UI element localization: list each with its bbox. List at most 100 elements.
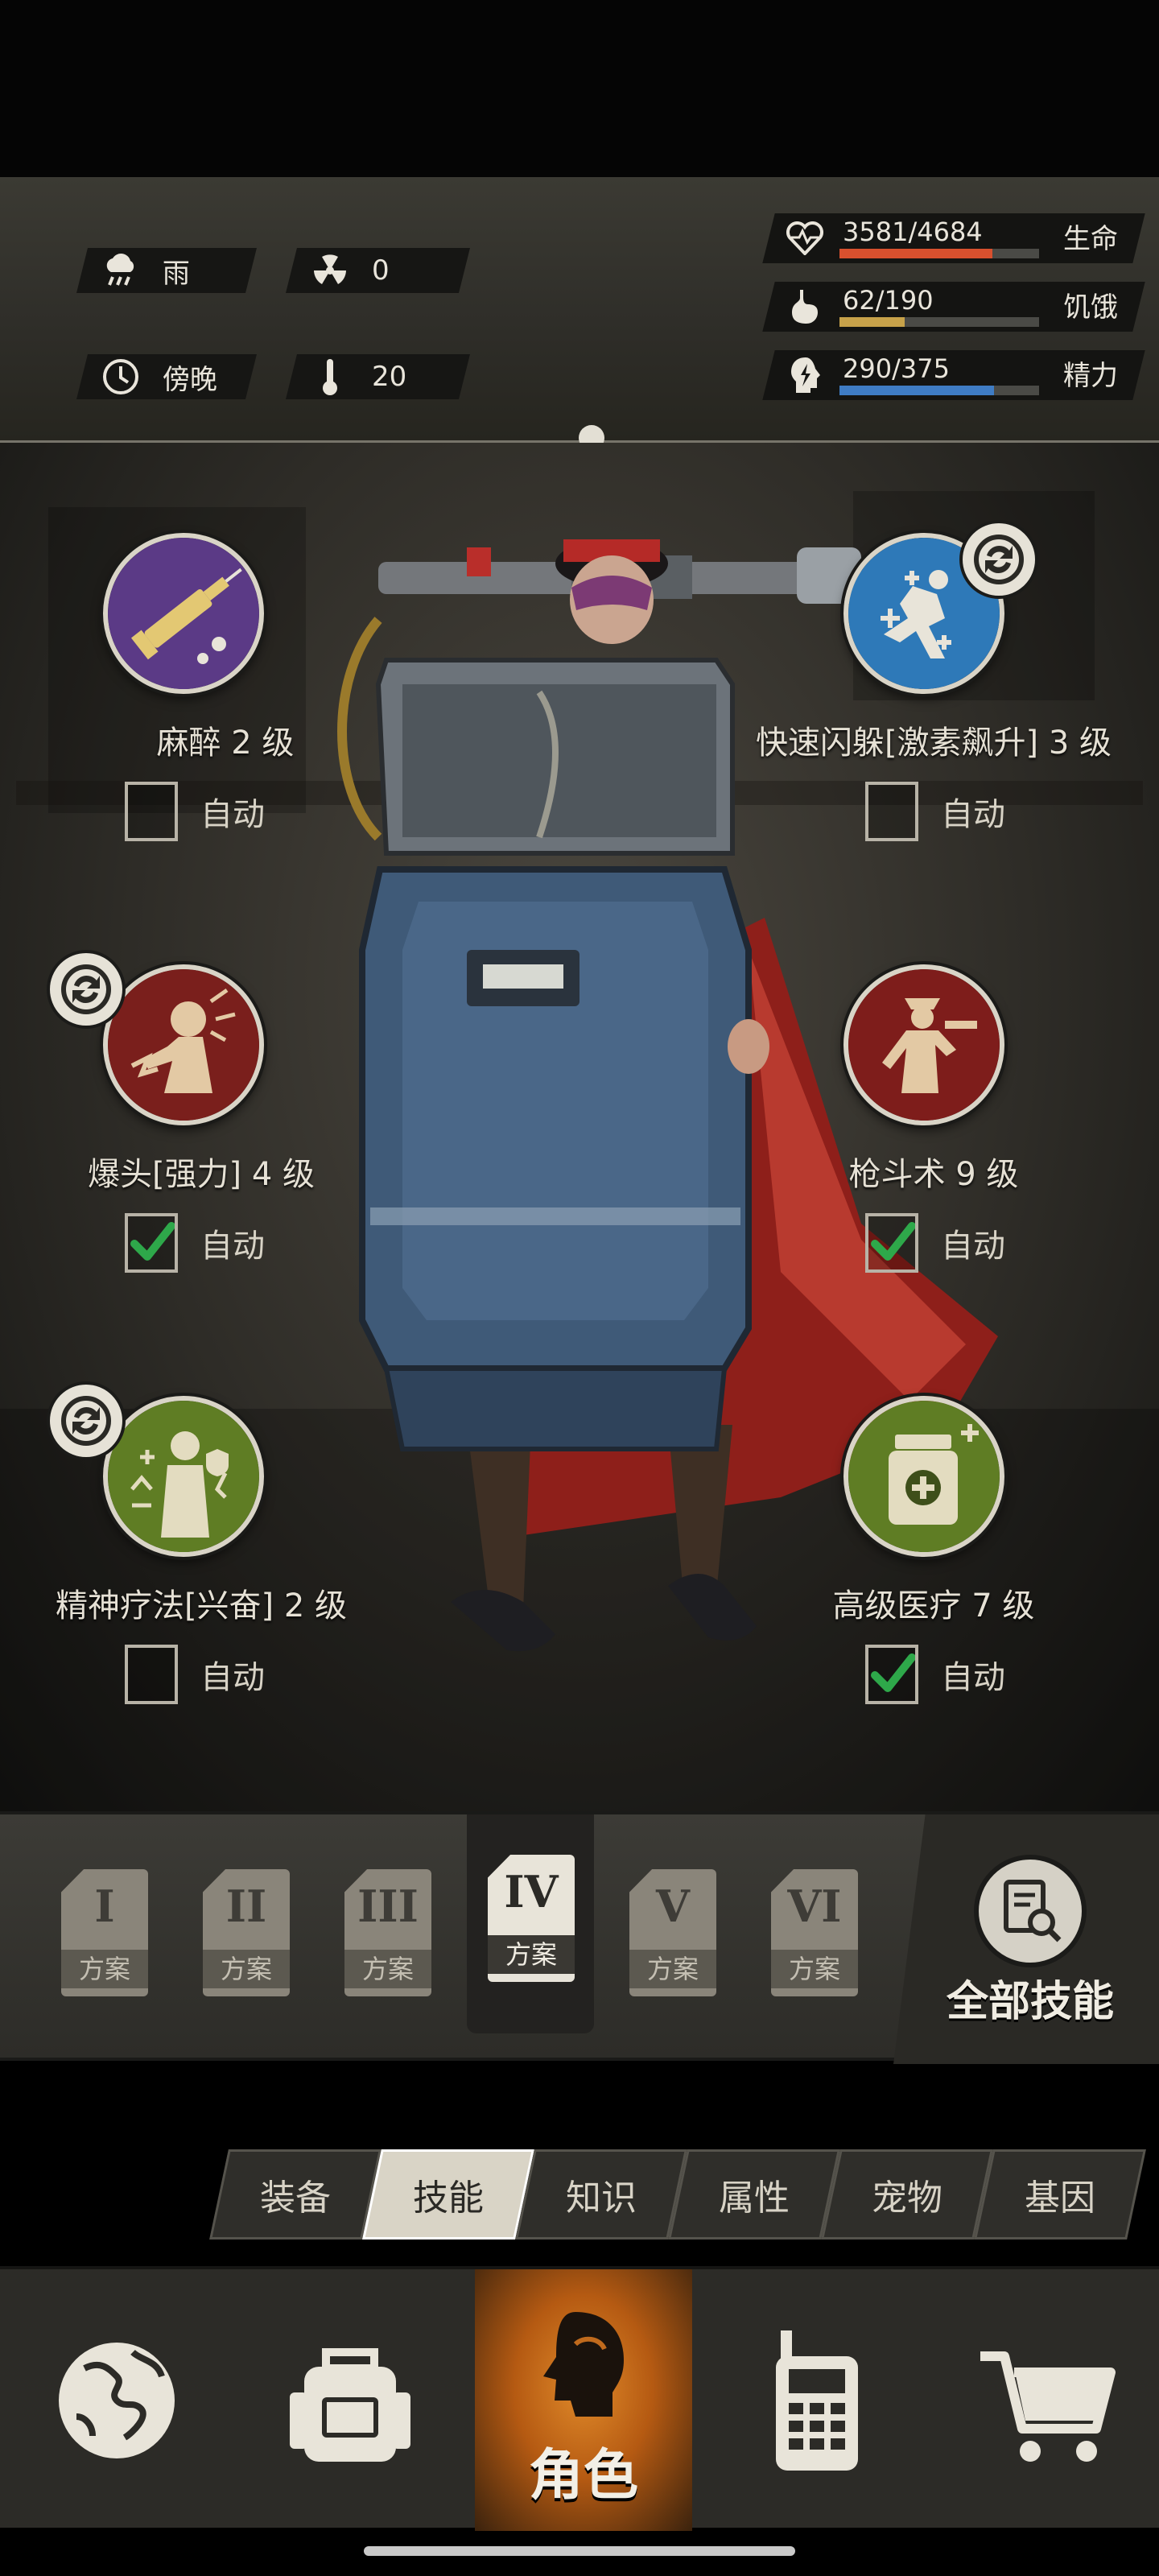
life-bar: 3581/4684 生命 — [762, 213, 1145, 263]
skill-name: 精神疗法[兴奋] 2 级 — [55, 1587, 348, 1624]
nav-radio[interactable] — [700, 2269, 934, 2531]
checkmark-icon — [871, 1222, 915, 1261]
life-label: 生命 — [1063, 223, 1118, 255]
time-value: 傍晚 — [163, 363, 217, 396]
plan-tab-6[interactable]: VI 方案 — [766, 1869, 863, 2002]
radiation-icon — [309, 250, 351, 291]
refresh-badge-icon — [47, 1381, 126, 1460]
globe-icon — [59, 2342, 175, 2458]
refresh-badge-icon — [47, 950, 126, 1029]
medkit-icon[interactable] — [843, 1396, 1004, 1557]
stomach-icon — [783, 285, 827, 328]
plan-label: 方案 — [344, 1950, 431, 1988]
life-fill — [839, 249, 992, 258]
temperature-value: 20 — [372, 361, 407, 393]
psychotherapy-icon[interactable] — [103, 1396, 264, 1557]
auto-toggle[interactable]: 自动 — [865, 779, 1005, 844]
skill-name: 快速闪躲[激素飙升] 3 级 — [755, 724, 1112, 762]
plan-tab-2[interactable]: II 方案 — [198, 1869, 295, 2002]
weather-value: 雨 — [163, 257, 190, 290]
energy-bar: 290/375 精力 — [762, 350, 1145, 400]
auto-toggle[interactable]: 自动 — [865, 1642, 1005, 1707]
hunger-fill — [839, 317, 905, 327]
hunger-label: 饥饿 — [1063, 291, 1118, 324]
tab-label: 装备 — [260, 2178, 331, 2219]
checkmark-icon — [871, 1653, 915, 1692]
skill-name: 麻醉 2 级 — [156, 724, 295, 762]
home-indicator[interactable] — [364, 2546, 795, 2556]
plan-number: V — [656, 1880, 690, 1932]
hunger-value: 62/190 — [843, 285, 934, 316]
skill-headshot[interactable]: 爆头[强力] 4 级 自动 — [0, 950, 451, 1357]
hunger-bar: 62/190 饥饿 — [762, 282, 1145, 332]
all-skills-button[interactable]: 全部技能 — [934, 1855, 1127, 2032]
character-head-icon — [543, 2311, 624, 2417]
skill-name: 高级医疗 7 级 — [832, 1587, 1035, 1624]
plan-tab-4[interactable]: IV 方案 — [483, 1855, 580, 1988]
plan-tab-1[interactable]: I 方案 — [56, 1869, 153, 2002]
weather-stat: 雨 — [76, 248, 257, 293]
skill-advanced-medical[interactable]: 高级医疗 7 级 自动 — [708, 1386, 1159, 1789]
auto-toggle[interactable]: 自动 — [125, 1211, 265, 1275]
tab-label: 属性 — [719, 2178, 790, 2219]
auto-label: 自动 — [941, 1228, 1005, 1265]
plan-label: 方案 — [488, 1935, 575, 1974]
heart-pulse-icon — [783, 217, 827, 260]
nav-character[interactable]: 角色 — [475, 2269, 692, 2531]
gunfighter-icon[interactable] — [843, 964, 1004, 1125]
skill-psychotherapy[interactable]: 精神疗法[兴奋] 2 级 自动 — [0, 1381, 451, 1789]
rain-cloud-icon — [100, 250, 142, 291]
tab-knowledge[interactable]: 知识 — [515, 2149, 687, 2240]
all-skills-label: 全部技能 — [946, 1978, 1114, 2026]
syringe-icon[interactable] — [103, 533, 264, 694]
auto-checkbox[interactable] — [125, 782, 178, 841]
shopping-cart-icon — [980, 2351, 1116, 2462]
auto-checkbox[interactable] — [125, 1213, 178, 1273]
tab-label: 知识 — [566, 2178, 637, 2219]
headshot-icon[interactable] — [103, 964, 264, 1125]
skill-gun-fu[interactable]: 枪斗术 9 级 自动 — [708, 955, 1159, 1357]
checkmark-icon — [130, 1222, 175, 1261]
skill-quick-dodge[interactable]: 快速闪躲[激素飙升] 3 级 自动 — [708, 520, 1159, 926]
tab-attributes[interactable]: 属性 — [668, 2149, 840, 2240]
tab-pets[interactable]: 宠物 — [821, 2149, 993, 2240]
nav-backpack[interactable] — [233, 2269, 467, 2531]
auto-checkbox[interactable] — [865, 1213, 918, 1273]
plan-number: III — [357, 1880, 419, 1932]
skill-anesthesia[interactable]: 麻醉 2 级 自动 — [0, 523, 451, 926]
auto-checkbox[interactable] — [865, 1645, 918, 1704]
plan-label: 方案 — [629, 1950, 716, 1988]
clock-icon — [100, 356, 142, 398]
walkie-talkie-icon — [776, 2330, 858, 2471]
plan-number: VI — [787, 1880, 842, 1932]
auto-toggle[interactable]: 自动 — [865, 1211, 1005, 1275]
plan-tab-3[interactable]: III 方案 — [340, 1869, 436, 2002]
tab-genes[interactable]: 基因 — [974, 2149, 1146, 2240]
plan-tab-5[interactable]: V 方案 — [625, 1869, 721, 2002]
auto-label: 自动 — [200, 1228, 265, 1265]
auto-label: 自动 — [941, 796, 1005, 833]
auto-toggle[interactable]: 自动 — [125, 1642, 265, 1707]
skill-search-icon — [974, 1855, 1087, 1967]
plan-label: 方案 — [771, 1950, 858, 1988]
plan-number: I — [94, 1880, 115, 1932]
auto-toggle[interactable]: 自动 — [125, 779, 265, 844]
plan-label: 方案 — [61, 1950, 148, 1988]
tab-label: 宠物 — [872, 2178, 942, 2219]
auto-checkbox[interactable] — [865, 782, 918, 841]
plan-number: IV — [504, 1866, 559, 1918]
nav-shop[interactable] — [934, 2269, 1159, 2531]
auto-checkbox[interactable] — [125, 1645, 178, 1704]
tab-skills[interactable]: 技能 — [362, 2149, 534, 2240]
energy-value: 290/375 — [843, 353, 950, 384]
tab-equipment[interactable]: 装备 — [209, 2149, 382, 2240]
life-value: 3581/4684 — [843, 217, 983, 247]
plan-label: 方案 — [203, 1950, 290, 1988]
plan-number: II — [225, 1880, 267, 1932]
skill-name: 爆头[强力] 4 级 — [87, 1156, 316, 1193]
energy-fill — [839, 386, 994, 395]
auto-label: 自动 — [200, 796, 265, 833]
nav-character-label: 角色 — [528, 2444, 638, 2508]
tab-label: 基因 — [1025, 2178, 1095, 2219]
nav-world[interactable] — [0, 2269, 233, 2531]
